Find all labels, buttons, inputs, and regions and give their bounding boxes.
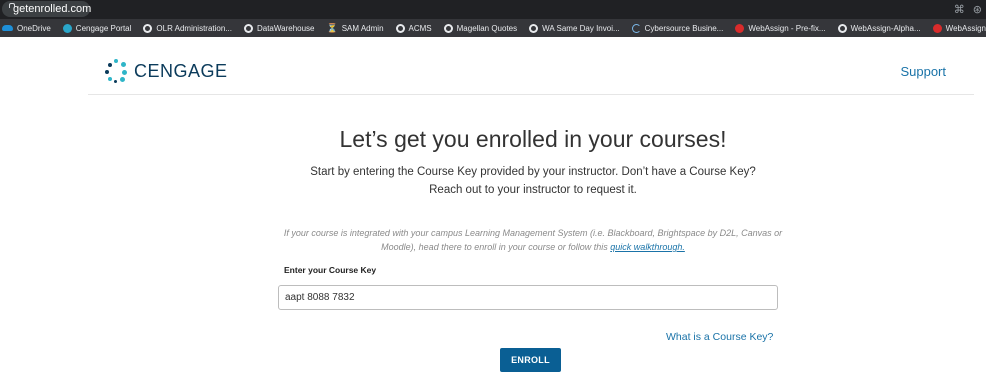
bookmark-item[interactable]: WebAssign-Alpha... <box>837 23 921 33</box>
page-title: Let’s get you enrolled in your courses! <box>339 126 727 152</box>
bookmark-label: OLR Administration... <box>156 23 232 33</box>
cengage-logo[interactable]: CENGAGE <box>104 59 228 83</box>
lms-note-text: If your course is integrated with your c… <box>283 228 783 252</box>
browser-toolbar-icons: ⌘ ⊛ <box>954 3 982 16</box>
bookmark-item[interactable]: WebAssign - Textbo... <box>932 23 986 33</box>
bookmark-item[interactable]: DataWarehouse <box>243 23 315 33</box>
globe-icon <box>529 23 539 33</box>
address-bar[interactable]: getenrolled.com <box>2 1 91 17</box>
quick-walkthrough-link[interactable]: quick walkthrough. <box>610 242 685 252</box>
bookmark-item[interactable]: Cengage Portal <box>62 23 132 33</box>
webassign-icon <box>735 23 745 33</box>
site-header: CENGAGE Support <box>88 55 974 95</box>
bookmark-label: WA Same Day Invoi... <box>542 23 620 33</box>
bookmark-label: WebAssign - Textbo... <box>945 23 986 33</box>
cyber-icon <box>631 23 641 33</box>
course-key-input[interactable] <box>278 285 778 310</box>
extension-icon[interactable]: ⊛ <box>973 3 982 16</box>
globe-icon <box>395 23 405 33</box>
support-link[interactable]: Support <box>900 64 946 79</box>
cengage-icon <box>62 23 72 33</box>
lms-note: If your course is integrated with your c… <box>280 226 786 254</box>
intro-line-2: Reach out to your instructor to request … <box>429 184 637 196</box>
bookmark-item[interactable]: OneDrive <box>2 24 51 33</box>
bookmark-label: ACMS <box>408 23 432 33</box>
webassign-icon <box>932 23 942 33</box>
bookmark-label: OneDrive <box>17 23 51 33</box>
globe-icon <box>443 23 453 33</box>
bookmark-label: Cengage Portal <box>75 23 132 33</box>
bookmark-label: Magellan Quotes <box>456 23 518 33</box>
grid-icon[interactable]: ⌘ <box>954 3 965 16</box>
bookmark-label: DataWarehouse <box>256 23 315 33</box>
intro-line-1: Start by entering the Course Key provide… <box>310 166 756 178</box>
bookmark-label: WebAssign - Pre-fix... <box>748 23 826 33</box>
bookmark-item[interactable]: ACMS <box>395 23 432 33</box>
globe-icon <box>243 23 253 33</box>
bookmark-item[interactable]: Magellan Quotes <box>443 23 518 33</box>
intro-text: Start by entering the Course Key provide… <box>292 163 774 199</box>
bookmark-label: SAM Admin <box>341 23 384 33</box>
bookmark-item[interactable]: WebAssign - Pre-fix... <box>735 23 826 33</box>
globe-icon <box>837 23 847 33</box>
browser-url-bar: getenrolled.com ⌘ ⊛ <box>0 0 986 19</box>
course-key-label: Enter your Course Key <box>284 265 377 275</box>
sam-icon: ⏳ <box>326 22 338 33</box>
logo-text: CENGAGE <box>134 60 228 81</box>
bookmark-label: WebAssign-Alpha... <box>850 23 921 33</box>
what-is-course-key-link[interactable]: What is a Course Key? <box>666 331 773 343</box>
bookmark-label: Cybersource Busine... <box>644 23 724 33</box>
globe-icon <box>143 23 153 33</box>
bookmark-item[interactable]: Cybersource Busine... <box>631 23 724 33</box>
bookmark-item[interactable]: ⏳ SAM Admin <box>327 23 384 34</box>
cengage-logo-icon <box>104 59 128 83</box>
url-text[interactable]: getenrolled.com <box>13 3 91 15</box>
bookmarks-bar: OneDrive Cengage Portal OLR Administration… <box>0 19 986 37</box>
enroll-button[interactable]: ENROLL <box>500 348 561 372</box>
cloud-icon <box>2 25 13 31</box>
bookmark-item[interactable]: OLR Administration... <box>143 23 232 33</box>
bookmark-item[interactable]: WA Same Day Invoi... <box>529 23 620 33</box>
